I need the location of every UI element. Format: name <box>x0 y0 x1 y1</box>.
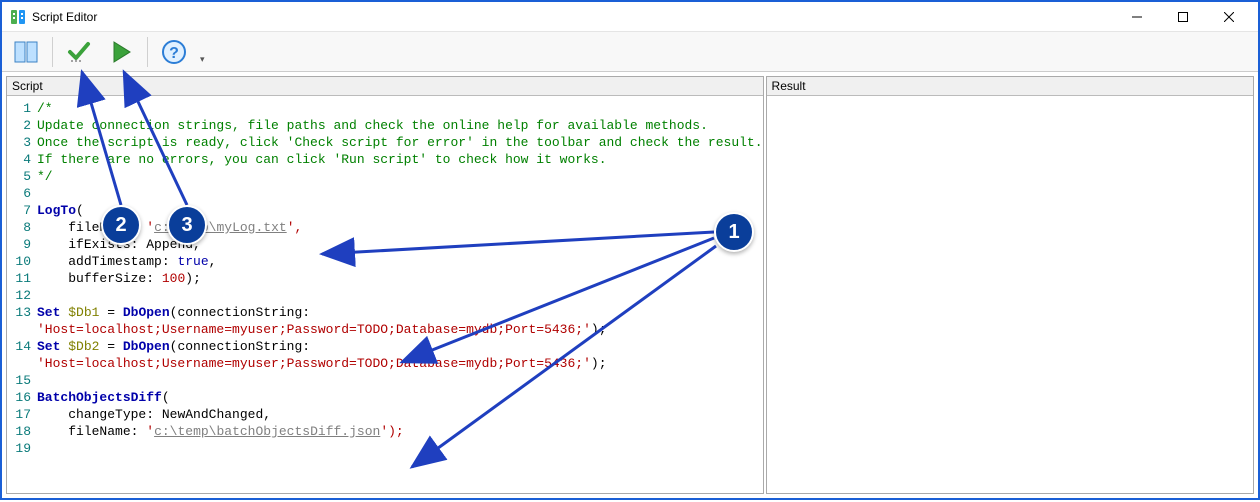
result-panel: Result <box>766 76 1254 494</box>
line-number: 6 <box>11 185 37 202</box>
code-line[interactable]: 8 fileName: 'c:\temp\myLog.txt', <box>7 219 763 236</box>
code-line[interactable]: 9 ifExists: Append, <box>7 236 763 253</box>
window-controls <box>1114 3 1252 31</box>
code-line[interactable]: 'Host=localhost;Username=myuser;Password… <box>7 321 763 338</box>
code-line[interactable]: 11 bufferSize: 100); <box>7 270 763 287</box>
code-line[interactable]: 14Set $Db2 = DbOpen(connectionString: <box>7 338 763 355</box>
minimize-button[interactable] <box>1114 3 1160 31</box>
close-button[interactable] <box>1206 3 1252 31</box>
line-number: 15 <box>11 372 37 389</box>
line-number: 12 <box>11 287 37 304</box>
line-number: 16 <box>11 389 37 406</box>
toolbar-overflow-icon[interactable]: ▾ <box>200 54 205 71</box>
split-panel-icon <box>13 39 39 65</box>
toolbar-separator <box>52 37 53 67</box>
result-output <box>767 96 1253 493</box>
line-number: 8 <box>11 219 37 236</box>
content-area: Script 1/*2Update connection strings, fi… <box>2 72 1258 498</box>
svg-text:?: ? <box>169 45 179 62</box>
code-line[interactable]: 19 <box>7 440 763 457</box>
code-line[interactable]: 16BatchObjectsDiff( <box>7 389 763 406</box>
line-number: 7 <box>11 202 37 219</box>
script-panel: Script 1/*2Update connection strings, fi… <box>6 76 764 494</box>
result-panel-title: Result <box>767 77 1253 96</box>
code-line[interactable]: 13Set $Db1 = DbOpen(connectionString: <box>7 304 763 321</box>
line-number: 1 <box>11 100 37 117</box>
code-line[interactable]: 7LogTo( <box>7 202 763 219</box>
line-number: 18 <box>11 423 37 440</box>
line-number: 5 <box>11 168 37 185</box>
script-panel-title: Script <box>7 77 763 96</box>
toolbar: ? ▾ <box>2 32 1258 72</box>
check-script-button[interactable] <box>61 35 97 69</box>
code-line[interactable]: 4If there are no errors, you can click '… <box>7 151 763 168</box>
code-line[interactable]: 12 <box>7 287 763 304</box>
code-line[interactable]: 'Host=localhost;Username=myuser;Password… <box>7 355 763 372</box>
line-number: 19 <box>11 440 37 457</box>
line-number: 11 <box>11 270 37 287</box>
titlebar[interactable]: Script Editor <box>2 2 1258 32</box>
code-line[interactable]: 1/* <box>7 100 763 117</box>
help-icon: ? <box>161 39 187 65</box>
line-number: 3 <box>11 134 37 151</box>
line-number: 2 <box>11 117 37 134</box>
script-editor[interactable]: 1/*2Update connection strings, file path… <box>7 96 763 493</box>
code-line[interactable]: 2Update connection strings, file paths a… <box>7 117 763 134</box>
line-number: 17 <box>11 406 37 423</box>
line-number: 9 <box>11 236 37 253</box>
app-icon <box>10 9 26 25</box>
toolbar-separator <box>147 37 148 67</box>
code-line[interactable]: 6 <box>7 185 763 202</box>
play-icon <box>108 39 134 65</box>
window-title: Script Editor <box>32 10 97 24</box>
code-line[interactable]: 5*/ <box>7 168 763 185</box>
code-line[interactable]: 15 <box>7 372 763 389</box>
code-line[interactable]: 17 changeType: NewAndChanged, <box>7 406 763 423</box>
split-panel-button[interactable] <box>8 35 44 69</box>
maximize-button[interactable] <box>1160 3 1206 31</box>
line-number: 4 <box>11 151 37 168</box>
code-line[interactable]: 18 fileName: 'c:\temp\batchObjectsDiff.j… <box>7 423 763 440</box>
code-line[interactable]: 3Once the script is ready, click 'Check … <box>7 134 763 151</box>
check-icon <box>66 39 92 65</box>
code-line[interactable]: 10 addTimestamp: true, <box>7 253 763 270</box>
help-button[interactable]: ? <box>156 35 192 69</box>
line-number: 14 <box>11 338 37 355</box>
line-number: 10 <box>11 253 37 270</box>
run-script-button[interactable] <box>103 35 139 69</box>
line-number: 13 <box>11 304 37 321</box>
